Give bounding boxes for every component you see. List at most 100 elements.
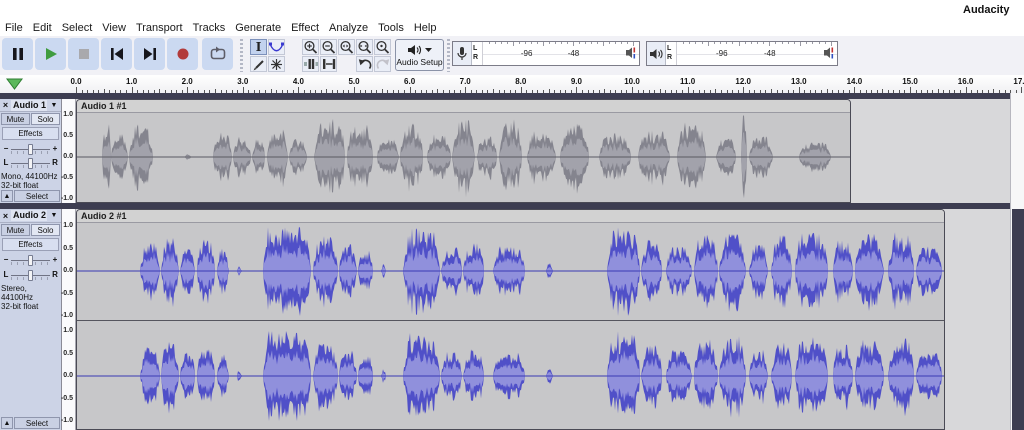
redo-button[interactable] (374, 56, 391, 72)
meter-tick (513, 42, 514, 46)
scrollbar-thumb[interactable] (1012, 209, 1024, 430)
menu-item-file[interactable]: File (0, 21, 28, 35)
fit-project-button[interactable] (356, 39, 373, 55)
playback-meter-bar[interactable]: -96 -48 (676, 42, 837, 65)
scale-label: 0.5 (53, 350, 73, 357)
multi-tool-button[interactable] (268, 56, 285, 72)
scale-label: 0.0 (53, 153, 73, 160)
recording-meter[interactable]: L R -96 -48 (452, 41, 640, 66)
meter-tick (739, 42, 740, 46)
recording-meter-bar[interactable]: -96 -48 (482, 42, 639, 65)
close-track-button[interactable]: × (0, 211, 11, 221)
menu-item-view[interactable]: View (97, 21, 131, 35)
chevron-down-icon (425, 47, 432, 53)
gain-slider-thumb[interactable] (28, 144, 33, 155)
pinned-playhead-icon[interactable] (6, 78, 23, 91)
ruler-label: 16.0 (955, 77, 977, 86)
track1-wave-area[interactable]: Audio 1 #1 (76, 99, 1010, 203)
toolbar-grip[interactable] (447, 39, 450, 72)
pan-slider[interactable]: L R (3, 268, 58, 281)
loop-button[interactable] (202, 38, 233, 70)
meter-tick (757, 42, 758, 44)
pan-slider-thumb[interactable] (28, 158, 33, 169)
record-icon (174, 45, 192, 63)
playback-meter-speaker-button[interactable] (647, 42, 666, 65)
track2-waveform-left[interactable] (77, 222, 944, 320)
menu-item-effect[interactable]: Effect (286, 21, 324, 35)
zoom-in-button[interactable] (302, 39, 319, 55)
collapse-track-button[interactable]: ▲ (1, 417, 13, 429)
track2-format-info: Stereo, 44100Hz 32-bit float (1, 284, 61, 312)
record-meter-mic-button[interactable] (453, 42, 472, 65)
undo-button[interactable] (356, 56, 373, 72)
mute-button[interactable]: Mute (1, 113, 30, 125)
menu-item-analyze[interactable]: Analyze (324, 21, 373, 35)
pan-left-label: L (3, 158, 9, 167)
zoom-toggle-button[interactable] (374, 39, 391, 55)
gain-min-label: − (3, 144, 9, 153)
silence-selection-button[interactable] (320, 56, 337, 72)
waveform-mono (77, 112, 850, 202)
menu-item-generate[interactable]: Generate (230, 21, 286, 35)
track1-name[interactable]: Audio 1 (11, 100, 47, 111)
meter-tick (812, 42, 813, 44)
zoom-out-button[interactable] (320, 39, 337, 55)
track-menu-dropdown-icon[interactable]: ▼ (47, 102, 61, 109)
meter-tick (555, 42, 556, 44)
ruler-label: 11.0 (677, 77, 699, 86)
pan-slider-thumb[interactable] (28, 270, 33, 281)
effects-button[interactable]: Effects (2, 238, 59, 251)
effects-button[interactable]: Effects (2, 127, 59, 139)
track1-waveform[interactable] (77, 112, 850, 202)
meter-tick (501, 42, 502, 44)
track2-waveform-right[interactable] (77, 321, 944, 429)
track2-vertical-scale[interactable]: 1.00.50.0-0.5-1.01.00.50.0-0.5-1.0 (62, 209, 76, 430)
fit-selection-button[interactable] (338, 39, 355, 55)
menu-item-tools[interactable]: Tools (373, 21, 409, 35)
audio-setup-button[interactable]: Audio Setup (395, 39, 444, 71)
meter-tick (732, 42, 733, 44)
envelope-tool-button[interactable] (268, 39, 285, 55)
track2-clip[interactable]: Audio 2 #1 (76, 209, 945, 430)
track1-clip[interactable]: Audio 1 #1 (76, 99, 851, 203)
pause-button[interactable] (2, 38, 33, 70)
gain-slider[interactable]: − + (3, 253, 58, 266)
menu-item-transport[interactable]: Transport (131, 21, 188, 35)
record-button[interactable] (167, 38, 198, 70)
meter-tick (819, 42, 820, 44)
mute-button[interactable]: Mute (1, 224, 30, 236)
pan-slider[interactable]: L R (3, 156, 58, 168)
draw-tool-button[interactable] (250, 56, 267, 72)
selection-tool-button[interactable]: I (250, 39, 267, 55)
close-track-button[interactable]: × (0, 100, 11, 110)
stop-button[interactable] (68, 38, 99, 70)
collapse-track-button[interactable]: ▲ (1, 190, 13, 202)
trim-outside-selection-button[interactable] (302, 56, 319, 72)
menu-item-tracks[interactable]: Tracks (188, 21, 231, 35)
menu-item-edit[interactable]: Edit (28, 21, 57, 35)
meter-tick (788, 42, 789, 44)
vertical-scrollbar[interactable] (1010, 93, 1024, 430)
toolbar-grip[interactable] (240, 39, 243, 72)
gain-slider[interactable]: − + (3, 142, 58, 154)
ruler-label: 6.0 (399, 77, 421, 86)
scale-label: -0.5 (53, 290, 73, 297)
timeline-ruler[interactable]: 0.01.02.03.04.05.06.07.08.09.010.011.012… (0, 75, 1024, 94)
undo-icon (357, 57, 372, 71)
track2-wave-area[interactable]: Audio 2 #1 (76, 209, 1010, 430)
menu-item-select[interactable]: Select (57, 21, 98, 35)
gain-slider-thumb[interactable] (28, 255, 33, 266)
track-menu-dropdown-icon[interactable]: ▼ (47, 212, 61, 219)
track2-header: × Audio 2 ▼ (0, 209, 61, 223)
skip-to-end-button[interactable] (134, 38, 165, 70)
menu-item-help[interactable]: Help (409, 21, 442, 35)
skip-to-start-button[interactable] (101, 38, 132, 70)
zoom-toggle-icon (375, 40, 390, 55)
play-button[interactable] (35, 38, 66, 70)
track2-name[interactable]: Audio 2 (11, 210, 47, 221)
track1-vertical-scale[interactable]: 1.00.50.0-0.5-1.0 (62, 99, 76, 203)
playback-meter[interactable]: L R -96 -48 (646, 41, 838, 66)
zoom-in-icon (303, 40, 318, 55)
meter-scale--96: -96 (716, 49, 728, 58)
meter-tick (800, 42, 801, 46)
